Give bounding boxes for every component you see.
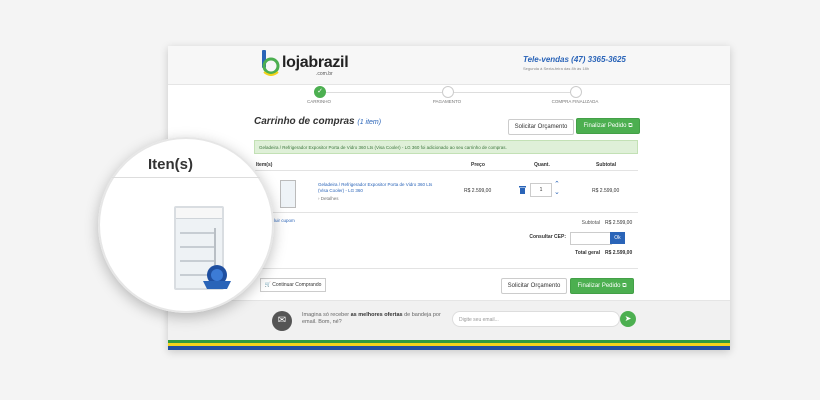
summary-divider (254, 268, 638, 269)
finalizar-pedido-button-bottom[interactable]: Finalizar Pedido ⧉ (570, 278, 634, 294)
product-price: R$ 2.599,00 (464, 188, 492, 194)
mail-icon: ✉ (272, 311, 292, 331)
qty-down-icon[interactable]: ⌄ (554, 189, 560, 196)
magnifier-divider (98, 177, 274, 178)
trash-icon[interactable] (519, 186, 526, 194)
newsletter-text: Imagina só receber as melhores ofertas d… (302, 312, 452, 326)
col-header-subtotal: Subtotal (596, 162, 616, 168)
step-dot-pagamento (442, 86, 454, 98)
cep-input[interactable] (570, 232, 612, 245)
product-details-label: Detalhes (320, 196, 339, 201)
continuar-comprando-button[interactable]: 🛒 Continuar Comprando (260, 278, 326, 292)
col-header-qty: Quant. (534, 162, 550, 168)
product-details-link[interactable]: › Detalhes (318, 196, 339, 201)
tag-icon: ⧉ (622, 283, 627, 289)
step-label-finalizada: COMPRA FINALIZADA (551, 99, 599, 104)
step-label-carrinho: CARRINHO (306, 99, 331, 104)
send-icon[interactable]: ➤ (620, 311, 636, 327)
success-alert: Geladeira / Refrigerador Expositor Porta… (254, 140, 638, 154)
product-thumbnail[interactable] (280, 180, 296, 208)
tag-icon: ⧉ (628, 123, 633, 129)
finalizar-pedido-label: Finalizar Pedido (583, 123, 627, 129)
col-header-price: Preço (471, 162, 485, 168)
row-divider (254, 212, 638, 213)
newsletter-email-input[interactable]: Digite seu email... (452, 311, 620, 327)
logo-sub: .com.br (316, 71, 333, 77)
step-dot-finalizada (570, 86, 582, 98)
qty-up-icon[interactable]: ⌃ (554, 181, 560, 188)
finalizar-pedido-label-bottom: Finalizar Pedido (577, 283, 621, 289)
cart-title: Carrinho de compras (254, 116, 355, 127)
chevron-right-icon: › (318, 196, 320, 201)
step-label-pagamento: PAGAMENTO (432, 99, 462, 104)
logo-text[interactable]: lojabrazil (282, 54, 349, 72)
logo-icon (262, 50, 280, 76)
solicitar-orcamento-button-bottom[interactable]: Solicitar Orçamento (501, 278, 567, 294)
solicitar-orcamento-button[interactable]: Solicitar Orçamento (508, 119, 574, 135)
tele-vendas: Tele-vendas (47) 3365-3625 (523, 55, 626, 64)
item-subtotal: R$ 2.599,00 (592, 188, 620, 194)
header-divider (254, 170, 638, 171)
news-text-bold: as melhores ofertas (350, 312, 403, 318)
cart-icon: 🛒 (264, 282, 271, 288)
product-name-link[interactable]: Geladeira / Refrigerador Expositor Porta… (318, 182, 438, 194)
continuar-label: Continuar Comprando (272, 282, 322, 288)
total-value: R$ 2.599,00 (605, 250, 633, 256)
newsletter-footer: ✉ Imagina só receber as melhores ofertas… (168, 300, 730, 341)
cep-ok-button[interactable]: Ok (610, 232, 625, 244)
cep-label: Consultar CEP: (529, 234, 566, 240)
check-icon: ✓ (314, 86, 326, 98)
header: lojabrazil .com.br Tele-vendas (47) 3365… (168, 46, 730, 85)
quantity-input[interactable]: 1 (530, 183, 552, 197)
subtotal-value: R$ 2.599,00 (605, 220, 633, 226)
total-label: Total geral (575, 250, 600, 256)
cart-count: (1 item) (357, 119, 382, 126)
tele-vendas-hours: Segunda à Sexta-feira das 8h às 18h (523, 66, 590, 71)
magnifier-title: Iten(s) (148, 156, 193, 173)
page-title: Carrinho de compras (1 item) (254, 116, 381, 127)
magnifier-zoom: Iten(s) (98, 137, 274, 313)
news-text-before: Imagina só receber (302, 312, 351, 318)
col-header-items: Item(s) (256, 162, 273, 168)
finalizar-pedido-button[interactable]: Finalizar Pedido ⧉ (576, 118, 640, 134)
seal-icon (203, 265, 231, 289)
stripe-blue (168, 346, 730, 350)
subtotal-label: Subtotal (581, 220, 600, 226)
